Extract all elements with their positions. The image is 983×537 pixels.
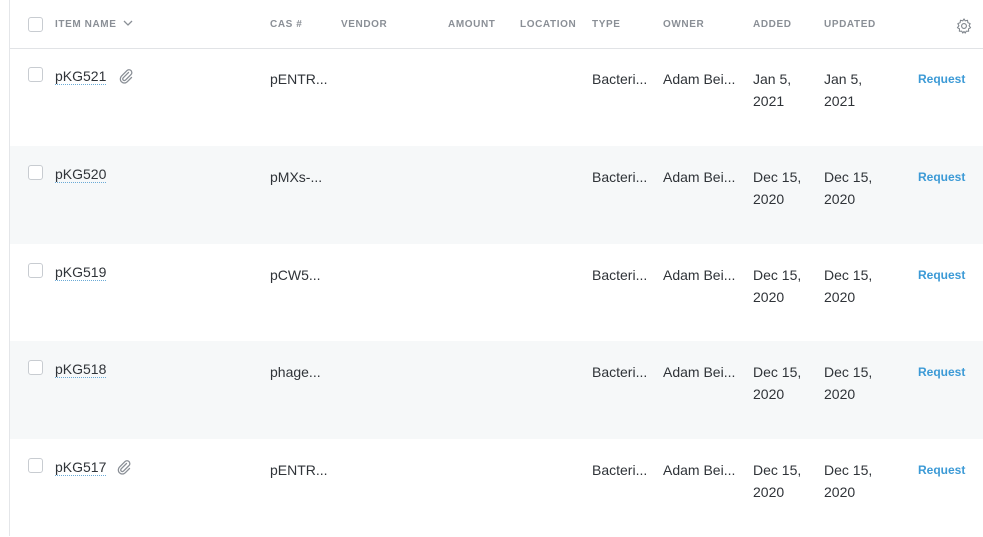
gear-icon[interactable] (955, 17, 973, 35)
owner-cell: Adam Bei... (663, 71, 736, 87)
type-cell: Bacteri... (592, 71, 648, 87)
updated-cell: Dec 15, 2020 (824, 169, 873, 207)
column-header-owner[interactable]: OWNER (663, 19, 704, 30)
owner-cell: Adam Bei... (663, 462, 736, 478)
column-header-location[interactable]: LOCATION (520, 19, 576, 30)
item-name-link[interactable]: pKG517 (55, 459, 107, 476)
paperclip-icon[interactable] (116, 459, 132, 475)
request-link[interactable]: Request (918, 268, 965, 282)
cas-cell: pENTR... (270, 71, 328, 87)
row-checkbox[interactable] (28, 165, 43, 180)
request-link[interactable]: Request (918, 463, 965, 477)
type-cell: Bacteri... (592, 267, 648, 283)
cas-cell: pCW5... (270, 267, 321, 283)
cas-cell: pENTR... (270, 462, 328, 478)
owner-cell: Adam Bei... (663, 267, 736, 283)
column-header-cas[interactable]: CAS # (270, 19, 302, 30)
table-row[interactable]: pKG519 pCW5... Bacteri... Adam Bei... De… (10, 244, 983, 342)
item-name-link[interactable]: pKG518 (55, 361, 107, 378)
updated-cell: Dec 15, 2020 (824, 462, 873, 500)
column-header-vendor[interactable]: VENDOR (341, 19, 387, 30)
added-cell: Dec 15, 2020 (753, 267, 802, 305)
request-link[interactable]: Request (918, 170, 965, 184)
column-header-item-name[interactable]: ITEM NAME (55, 19, 133, 30)
type-cell: Bacteri... (592, 364, 648, 380)
column-header-added[interactable]: ADDED (753, 19, 792, 30)
request-link[interactable]: Request (918, 72, 965, 86)
paperclip-icon[interactable] (118, 68, 134, 84)
cas-cell: pMXs-... (270, 169, 323, 185)
table-row[interactable]: pKG520 pMXs-... Bacteri... Adam Bei... D… (10, 146, 983, 244)
request-link[interactable]: Request (918, 365, 965, 379)
updated-cell: Jan 5, 2021 (824, 71, 863, 109)
updated-cell: Dec 15, 2020 (824, 267, 873, 305)
table-header: ITEM NAME CAS # VENDOR AMOUNT LOCATION T… (10, 0, 983, 49)
added-cell: Dec 15, 2020 (753, 462, 802, 500)
updated-cell: Dec 15, 2020 (824, 364, 873, 402)
select-all-checkbox[interactable] (28, 17, 43, 32)
owner-cell: Adam Bei... (663, 169, 736, 185)
added-cell: Dec 15, 2020 (753, 364, 802, 402)
table-row[interactable]: pKG517 pENTR... Bacteri... Adam Bei... D… (10, 439, 983, 537)
owner-cell: Adam Bei... (663, 364, 736, 380)
item-name-link[interactable]: pKG519 (55, 264, 107, 281)
item-name-link[interactable]: pKG520 (55, 166, 107, 183)
column-header-item-name-label: ITEM NAME (55, 19, 117, 30)
type-cell: Bacteri... (592, 462, 648, 478)
table-row[interactable]: pKG518 phage... Bacteri... Adam Bei... D… (10, 341, 983, 439)
row-checkbox[interactable] (28, 360, 43, 375)
table-row[interactable]: pKG521 pENTR... Bacteri... Adam Bei... J… (10, 48, 983, 146)
row-checkbox[interactable] (28, 67, 43, 82)
row-checkbox[interactable] (28, 263, 43, 278)
cas-cell: phage... (270, 364, 321, 380)
added-cell: Jan 5, 2021 (753, 71, 792, 109)
column-header-amount[interactable]: AMOUNT (448, 19, 495, 30)
chevron-down-icon (123, 20, 133, 26)
row-checkbox[interactable] (28, 458, 43, 473)
column-header-updated[interactable]: UPDATED (824, 19, 876, 30)
added-cell: Dec 15, 2020 (753, 169, 802, 207)
column-header-type[interactable]: TYPE (592, 19, 621, 30)
type-cell: Bacteri... (592, 169, 648, 185)
item-name-link[interactable]: pKG521 (55, 68, 107, 85)
